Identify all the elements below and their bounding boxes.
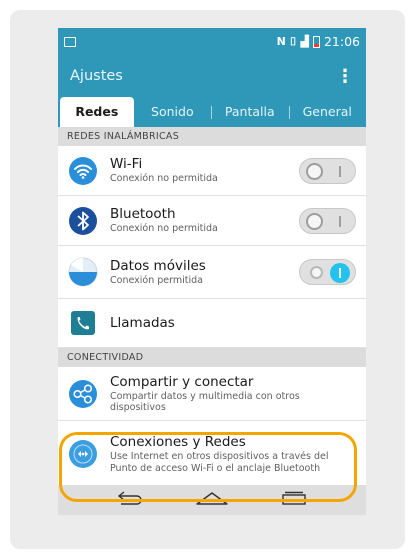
settings-item-bluetooth[interactable]: Bluetooth Conexión no permitida xyxy=(58,196,366,246)
share-connect-subtitle: Compartir datos y multimedia con otros d… xyxy=(110,390,300,413)
battery-icon xyxy=(312,35,320,48)
section-header-connectivity: CONECTIVIDAD xyxy=(58,348,366,367)
hotspot-icon xyxy=(68,439,98,469)
share-connect-icon xyxy=(68,379,98,409)
page-title: Ajustes xyxy=(70,68,123,84)
wifi-icon xyxy=(68,156,98,186)
home-icon[interactable] xyxy=(195,490,229,510)
recent-apps-icon[interactable] xyxy=(279,490,309,510)
tethering-subtitle: Use Internet en otros dispositivos a tra… xyxy=(110,451,329,474)
mobile-data-toggle[interactable] xyxy=(299,259,356,285)
settings-item-wifi[interactable]: Wi-Fi Conexión no permitida xyxy=(58,146,366,196)
tab-bar: Redes Sonido Pantalla General xyxy=(58,97,366,127)
tab-pantalla[interactable]: Pantalla xyxy=(211,97,288,127)
mobile-data-icon xyxy=(68,257,98,287)
settings-item-calls[interactable]: Llamadas xyxy=(58,299,366,348)
bluetooth-subtitle: Conexión no permitida xyxy=(110,223,218,235)
toggle-knob xyxy=(306,162,323,180)
back-icon[interactable] xyxy=(115,490,145,510)
toggle-mark xyxy=(339,215,341,227)
signal-4g-icon: ▟ xyxy=(300,35,309,48)
settings-item-tethering[interactable]: Conexiones y Redes Use Internet en otros… xyxy=(58,421,366,487)
mobile-data-subtitle: Conexión permitida xyxy=(110,274,203,286)
bluetooth-toggle[interactable] xyxy=(299,207,356,234)
nfc-icon: N xyxy=(276,35,286,48)
tethering-title: Conexiones y Redes xyxy=(110,434,246,451)
wifi-subtitle: Conexión no permitida xyxy=(110,173,218,185)
tab-general[interactable]: General xyxy=(288,97,366,127)
share-connect-title: Compartir y conectar xyxy=(110,373,254,390)
tab-redes[interactable]: Redes xyxy=(60,97,134,127)
app-bar: Ajustes ⋮ xyxy=(58,55,366,97)
toggle-knob xyxy=(310,266,323,279)
phone-screen: N ⌷ ▟ 21:06 Ajustes ⋮ Redes Sonido Panta… xyxy=(58,28,366,515)
tab-sonido[interactable]: Sonido xyxy=(134,97,211,127)
status-bar: N ⌷ ▟ 21:06 xyxy=(58,28,366,55)
settings-item-share-connect[interactable]: Compartir y conectar Compartir datos y m… xyxy=(58,367,366,421)
toggle-knob xyxy=(306,212,323,230)
navigation-bar xyxy=(58,485,366,515)
overflow-menu-icon[interactable]: ⋮ xyxy=(336,66,354,87)
calls-title: Llamadas xyxy=(110,315,175,331)
wifi-title: Wi-Fi xyxy=(110,156,143,173)
gallery-notification-icon xyxy=(64,36,76,47)
phone-icon xyxy=(68,308,98,338)
bluetooth-icon xyxy=(68,206,98,236)
mobile-data-title: Datos móviles xyxy=(110,257,206,274)
section-header-wireless: REDES INALÁMBRICAS xyxy=(58,127,366,146)
settings-item-mobile-data[interactable]: Datos móviles Conexión permitida xyxy=(58,246,366,299)
vibrate-icon: ⌷ xyxy=(289,34,297,48)
bluetooth-title: Bluetooth xyxy=(110,206,176,223)
toggle-on-indicator xyxy=(330,263,350,283)
status-time: 21:06 xyxy=(323,34,360,49)
toggle-mark xyxy=(339,165,341,177)
wifi-toggle[interactable] xyxy=(299,157,356,184)
